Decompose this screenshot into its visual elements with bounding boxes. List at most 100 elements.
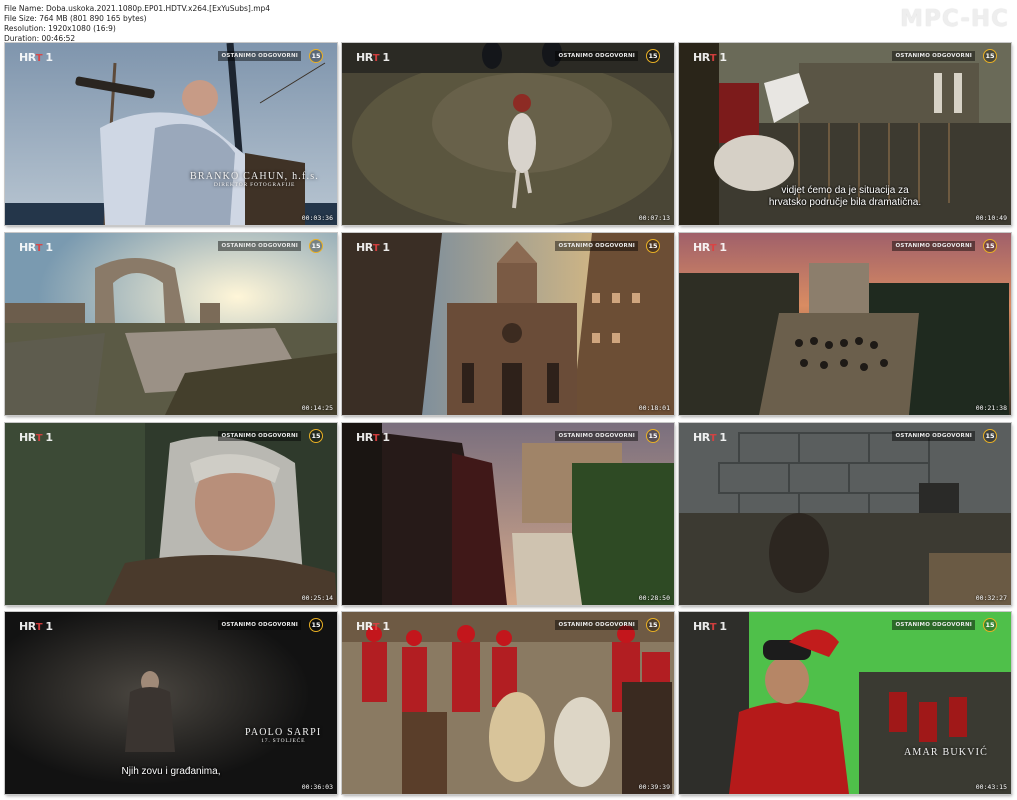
hrt-logo: HRT 1: [19, 431, 53, 444]
hrt-logo-number: 1: [719, 620, 727, 633]
hrt-logo-mark: T: [35, 433, 43, 444]
hrt-logo-text: HR: [19, 620, 36, 633]
hrt-logo-mark: T: [709, 243, 717, 254]
hrt-logo-mark: T: [709, 622, 717, 633]
hrt-logo: HRT 1: [19, 241, 53, 254]
age-rating-badge: 15: [646, 239, 660, 253]
scene-woman-headscarf: [5, 423, 337, 605]
thumbnail-10: PAOLO SARPI 17. STOLJEĆE Njih zovu i gra…: [5, 612, 337, 794]
age-rating-badge: 15: [309, 429, 323, 443]
hrt-logo-mark: T: [709, 433, 717, 444]
age-rating-badge: 15: [309, 49, 323, 63]
timestamp: 00:14:25: [301, 404, 333, 412]
ostanimo-badge: OSTANIMO ODGOVORNI: [218, 51, 301, 61]
timestamp: 00:28:50: [638, 594, 670, 602]
hrt-logo: HRT 1: [693, 241, 727, 254]
hrt-logo-number: 1: [382, 51, 390, 64]
subtitle-line-1: Njih zovu i građanima,: [121, 766, 221, 777]
age-rating-badge: 15: [646, 618, 660, 632]
thumbnail-2: HRT 1 OSTANIMO ODGOVORNI 15 00:07:13: [342, 43, 674, 225]
thumbnail-4: HRT 1 OSTANIMO ODGOVORNI 15 00:14:25: [5, 233, 337, 415]
timestamp: 00:21:38: [975, 404, 1007, 412]
credit-role: 17. STOLJEĆE: [261, 738, 306, 744]
hrt-logo-number: 1: [45, 241, 53, 254]
hrt-logo: HRT 1: [693, 51, 727, 64]
scene-red-soldiers: [342, 612, 674, 794]
hrt-logo: HRT 1: [356, 241, 390, 254]
scene-ruins-arch: [5, 233, 337, 415]
credit-name: PAOLO SARPI: [245, 727, 322, 738]
credit-name: AMAR BUKVIĆ: [904, 747, 989, 758]
timestamp: 00:18:01: [638, 404, 670, 412]
hrt-logo-mark: T: [709, 53, 717, 64]
scene-stone-wall: [679, 423, 1011, 605]
timestamp: 00:07:13: [638, 214, 670, 222]
hrt-logo-mark: T: [372, 433, 380, 444]
hrt-logo-number: 1: [45, 620, 53, 633]
subtitle-line-1: vidjet ćemo da je situacija za: [781, 185, 909, 196]
ostanimo-badge: OSTANIMO ODGOVORNI: [555, 241, 638, 251]
timestamp: 00:36:03: [301, 783, 333, 791]
hrt-logo: HRT 1: [19, 620, 53, 633]
timestamp: 00:43:15: [975, 783, 1007, 791]
age-rating-badge: 15: [646, 49, 660, 63]
hrt-logo-text: HR: [19, 431, 36, 444]
timestamp: 00:25:14: [301, 594, 333, 602]
hrt-logo-number: 1: [45, 431, 53, 444]
ostanimo-badge: OSTANIMO ODGOVORNI: [892, 620, 975, 630]
age-rating-badge: 15: [309, 239, 323, 253]
hrt-logo-text: HR: [19, 51, 36, 64]
timestamp: 00:32:27: [975, 594, 1007, 602]
hrt-logo-text: HR: [693, 241, 710, 254]
hrt-logo-mark: T: [35, 243, 43, 254]
hrt-logo-number: 1: [382, 620, 390, 633]
thumbnail-7: HRT 1 OSTANIMO ODGOVORNI 15 00:25:14: [5, 423, 337, 605]
hrt-logo-text: HR: [356, 431, 373, 444]
scene-green-screen: [679, 612, 1011, 794]
subtitle: Njih zovu i građanima,: [5, 766, 337, 778]
hrt-logo-number: 1: [45, 51, 53, 64]
scene-cathedral: [342, 233, 674, 415]
hrt-logo-number: 1: [382, 431, 390, 444]
credit-name: BRANKO CAHUN, h.f.s.: [190, 171, 320, 182]
hrt-logo-text: HR: [693, 620, 710, 633]
thumbnail-1: BRANKO CAHUN, h.f.s. DIREKTOR FOTOGRAFIJ…: [5, 43, 337, 225]
hrt-logo-text: HR: [693, 51, 710, 64]
ostanimo-badge: OSTANIMO ODGOVORNI: [892, 431, 975, 441]
thumbnail-6: HRT 1 OSTANIMO ODGOVORNI 15 00:21:38: [679, 233, 1011, 415]
thumbnail-11: HRT 1 OSTANIMO ODGOVORNI 15 00:39:39: [342, 612, 674, 794]
ostanimo-badge: OSTANIMO ODGOVORNI: [218, 241, 301, 251]
hrt-logo-number: 1: [382, 241, 390, 254]
thumbnail-3: vidjet ćemo da je situacija za hrvatsko …: [679, 43, 1011, 225]
age-rating-badge: 15: [983, 49, 997, 63]
timestamp: 00:10:49: [975, 214, 1007, 222]
ostanimo-badge: OSTANIMO ODGOVORNI: [892, 241, 975, 251]
name-credit: PAOLO SARPI 17. STOLJEĆE: [245, 727, 321, 744]
ostanimo-badge: OSTANIMO ODGOVORNI: [555, 620, 638, 630]
credit-role: DIREKTOR FOTOGRAFIJE: [213, 182, 296, 188]
hrt-logo: HRT 1: [19, 51, 53, 64]
hrt-logo-mark: T: [372, 622, 380, 633]
hrt-logo-text: HR: [693, 431, 710, 444]
ostanimo-badge: OSTANIMO ODGOVORNI: [218, 431, 301, 441]
timestamp: 00:03:36: [301, 214, 333, 222]
hrt-logo: HRT 1: [356, 51, 390, 64]
age-rating-badge: 15: [983, 618, 997, 632]
ostanimo-badge: OSTANIMO ODGOVORNI: [555, 431, 638, 441]
hrt-logo-text: HR: [356, 241, 373, 254]
age-rating-badge: 15: [983, 239, 997, 253]
subtitle-line-2: hrvatsko područje bila dramatična.: [768, 197, 922, 208]
age-rating-badge: 15: [983, 429, 997, 443]
thumbnail-12: AMAR BUKVIĆ HRT 1 OSTANIMO ODGOVORNI 15 …: [679, 612, 1011, 794]
age-rating-badge: 15: [646, 429, 660, 443]
scene-cloaked-figures: [342, 423, 674, 605]
timestamp: 00:39:39: [638, 783, 670, 791]
hrt-logo-mark: T: [372, 53, 380, 64]
thumbnail-5: HRT 1 OSTANIMO ODGOVORNI 15 00:18:01: [342, 233, 674, 415]
hrt-logo: HRT 1: [356, 431, 390, 444]
hrt-logo-mark: T: [35, 622, 43, 633]
hrt-logo-text: HR: [356, 51, 373, 64]
scene-sailor-telescope: [5, 43, 337, 225]
hrt-logo-text: HR: [356, 620, 373, 633]
thumbnail-8: HRT 1 OSTANIMO ODGOVORNI 15 00:28:50: [342, 423, 674, 605]
